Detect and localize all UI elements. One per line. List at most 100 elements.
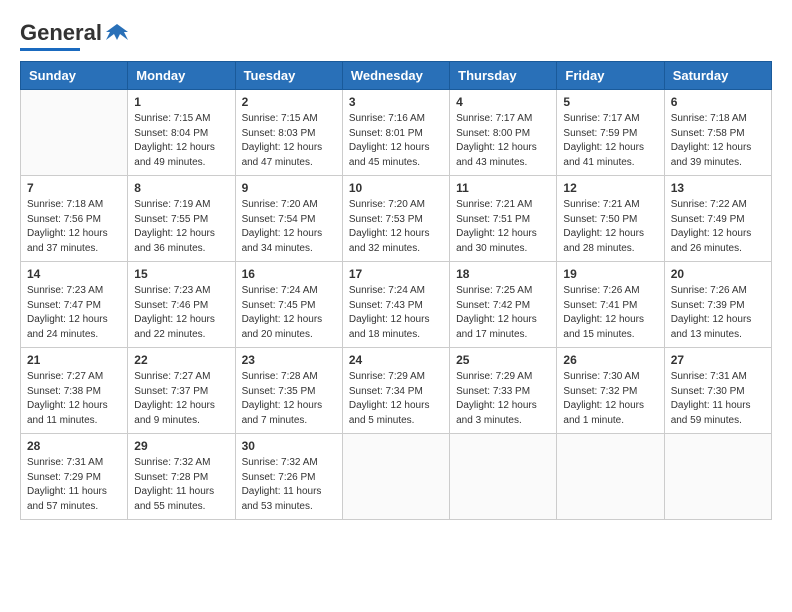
calendar-cell: 23Sunrise: 7:28 AMSunset: 7:35 PMDayligh…: [235, 348, 342, 434]
day-content: Sunrise: 7:32 AMSunset: 7:28 PMDaylight:…: [134, 456, 228, 514]
day-number: 17: [349, 267, 443, 281]
calendar-cell: 18 Sunrise: 7:25 AMSunset: 7:42 PMDayligh…: [450, 262, 557, 348]
calendar-cell: 2Sunrise: 7:15 AMSunset: 8:03 PMDaylight…: [235, 90, 342, 176]
calendar-header-saturday: Saturday: [664, 62, 771, 90]
calendar-cell: 1 Sunrise: 7:15 AMSunset: 8:04 PMDaylight…: [128, 90, 235, 176]
calendar-cell: [342, 434, 449, 520]
page-header: General: [20, 20, 772, 51]
logo-general-text: General: [20, 20, 102, 46]
day-number: 21: [27, 353, 121, 367]
calendar-cell: 21 Sunrise: 7:27 AMSunset: 7:38 PMDayligh…: [21, 348, 128, 434]
day-content: Sunrise: 7:20 AMSunset: 7:53 PMDaylight:…: [349, 198, 443, 256]
day-content: Sunrise: 7:17 AMSunset: 7:59 PMDaylight:…: [563, 112, 657, 170]
day-number: 4: [456, 95, 550, 109]
day-number: 30: [242, 439, 336, 453]
calendar-cell: 14 Sunrise: 7:23 AMSunset: 7:47 PMDayligh…: [21, 262, 128, 348]
day-content: Sunrise: 7:32 AMSunset: 7:26 PMDaylight:…: [242, 456, 336, 514]
calendar-cell: [450, 434, 557, 520]
calendar-table: SundayMondayTuesdayWednesdayThursdayFrid…: [20, 61, 772, 520]
day-content: Sunrise: 7:20 AMSunset: 7:54 PMDaylight:…: [242, 198, 336, 256]
calendar-cell: 6Sunrise: 7:18 AMSunset: 7:58 PMDaylight…: [664, 90, 771, 176]
day-content: Sunrise: 7:15 AMSunset: 8:04 PMDaylight:…: [134, 112, 228, 170]
day-content: Sunrise: 7:18 AMSunset: 7:56 PMDaylight:…: [27, 198, 121, 256]
day-number: 16: [242, 267, 336, 281]
calendar-cell: 10 Sunrise: 7:20 AMSunset: 7:53 PMDayligh…: [342, 176, 449, 262]
calendar-cell: 29 Sunrise: 7:32 AMSunset: 7:28 PMDayligh…: [128, 434, 235, 520]
logo: General: [20, 20, 128, 51]
logo-bird-icon: [106, 22, 128, 44]
calendar-cell: [557, 434, 664, 520]
day-number: 14: [27, 267, 121, 281]
day-number: 3: [349, 95, 443, 109]
day-number: 18: [456, 267, 550, 281]
day-content: Sunrise: 7:27 AMSunset: 7:38 PMDaylight:…: [27, 370, 121, 428]
calendar-cell: 27 Sunrise: 7:31 AMSunset: 7:30 PMDayligh…: [664, 348, 771, 434]
day-content: Sunrise: 7:17 AMSunset: 8:00 PMDaylight:…: [456, 112, 550, 170]
day-number: 5: [563, 95, 657, 109]
day-number: 19: [563, 267, 657, 281]
calendar-cell: 20Sunrise: 7:26 AMSunset: 7:39 PMDayligh…: [664, 262, 771, 348]
day-content: Sunrise: 7:29 AMSunset: 7:34 PMDaylight:…: [349, 370, 443, 428]
day-content: Sunrise: 7:19 AMSunset: 7:55 PMDaylight:…: [134, 198, 228, 256]
calendar-cell: 12Sunrise: 7:21 AMSunset: 7:50 PMDayligh…: [557, 176, 664, 262]
day-content: Sunrise: 7:15 AMSunset: 8:03 PMDaylight:…: [242, 112, 336, 170]
calendar-cell: 15Sunrise: 7:23 AMSunset: 7:46 PMDayligh…: [128, 262, 235, 348]
calendar-cell: 5 Sunrise: 7:17 AMSunset: 7:59 PMDaylight…: [557, 90, 664, 176]
calendar-week-row: 21 Sunrise: 7:27 AMSunset: 7:38 PMDayligh…: [21, 348, 772, 434]
calendar-week-row: 1 Sunrise: 7:15 AMSunset: 8:04 PMDaylight…: [21, 90, 772, 176]
calendar-header-wednesday: Wednesday: [342, 62, 449, 90]
calendar-cell: 9 Sunrise: 7:20 AMSunset: 7:54 PMDaylight…: [235, 176, 342, 262]
calendar-cell: 13Sunrise: 7:22 AMSunset: 7:49 PMDayligh…: [664, 176, 771, 262]
day-number: 11: [456, 181, 550, 195]
day-number: 29: [134, 439, 228, 453]
day-content: Sunrise: 7:30 AMSunset: 7:32 PMDaylight:…: [563, 370, 657, 428]
calendar-cell: 25 Sunrise: 7:29 AMSunset: 7:33 PMDayligh…: [450, 348, 557, 434]
day-number: 10: [349, 181, 443, 195]
day-number: 6: [671, 95, 765, 109]
calendar-cell: 30 Sunrise: 7:32 AMSunset: 7:26 PMDayligh…: [235, 434, 342, 520]
day-content: Sunrise: 7:23 AMSunset: 7:46 PMDaylight:…: [134, 284, 228, 342]
calendar-cell: 8 Sunrise: 7:19 AMSunset: 7:55 PMDaylight…: [128, 176, 235, 262]
calendar-header-thursday: Thursday: [450, 62, 557, 90]
day-content: Sunrise: 7:27 AMSunset: 7:37 PMDaylight:…: [134, 370, 228, 428]
day-number: 22: [134, 353, 228, 367]
calendar-cell: 26 Sunrise: 7:30 AMSunset: 7:32 PMDayligh…: [557, 348, 664, 434]
calendar-header-row: SundayMondayTuesdayWednesdayThursdayFrid…: [21, 62, 772, 90]
calendar-cell: 17Sunrise: 7:24 AMSunset: 7:43 PMDayligh…: [342, 262, 449, 348]
day-number: 7: [27, 181, 121, 195]
day-content: Sunrise: 7:31 AMSunset: 7:30 PMDaylight:…: [671, 370, 765, 428]
day-content: Sunrise: 7:21 AMSunset: 7:51 PMDaylight:…: [456, 198, 550, 256]
day-content: Sunrise: 7:25 AMSunset: 7:42 PMDaylight:…: [456, 284, 550, 342]
calendar-header-monday: Monday: [128, 62, 235, 90]
day-content: Sunrise: 7:31 AMSunset: 7:29 PMDaylight:…: [27, 456, 121, 514]
day-number: 25: [456, 353, 550, 367]
calendar-cell: [664, 434, 771, 520]
day-content: Sunrise: 7:23 AMSunset: 7:47 PMDaylight:…: [27, 284, 121, 342]
calendar-header-sunday: Sunday: [21, 62, 128, 90]
day-number: 26: [563, 353, 657, 367]
logo-underline: [20, 48, 80, 51]
day-number: 9: [242, 181, 336, 195]
calendar-cell: 22 Sunrise: 7:27 AMSunset: 7:37 PMDayligh…: [128, 348, 235, 434]
calendar-cell: 24 Sunrise: 7:29 AMSunset: 7:34 PMDayligh…: [342, 348, 449, 434]
calendar-header-tuesday: Tuesday: [235, 62, 342, 90]
calendar-cell: 7 Sunrise: 7:18 AMSunset: 7:56 PMDaylight…: [21, 176, 128, 262]
day-content: Sunrise: 7:22 AMSunset: 7:49 PMDaylight:…: [671, 198, 765, 256]
calendar-cell: 11 Sunrise: 7:21 AMSunset: 7:51 PMDayligh…: [450, 176, 557, 262]
day-number: 27: [671, 353, 765, 367]
day-number: 1: [134, 95, 228, 109]
calendar-cell: 19Sunrise: 7:26 AMSunset: 7:41 PMDayligh…: [557, 262, 664, 348]
calendar-cell: 28 Sunrise: 7:31 AMSunset: 7:29 PMDayligh…: [21, 434, 128, 520]
day-content: Sunrise: 7:16 AMSunset: 8:01 PMDaylight:…: [349, 112, 443, 170]
calendar-cell: 3 Sunrise: 7:16 AMSunset: 8:01 PMDaylight…: [342, 90, 449, 176]
day-number: 20: [671, 267, 765, 281]
day-number: 24: [349, 353, 443, 367]
day-number: 28: [27, 439, 121, 453]
day-content: Sunrise: 7:29 AMSunset: 7:33 PMDaylight:…: [456, 370, 550, 428]
day-number: 8: [134, 181, 228, 195]
calendar-week-row: 14 Sunrise: 7:23 AMSunset: 7:47 PMDayligh…: [21, 262, 772, 348]
day-number: 12: [563, 181, 657, 195]
calendar-header-friday: Friday: [557, 62, 664, 90]
day-content: Sunrise: 7:24 AMSunset: 7:45 PMDaylight:…: [242, 284, 336, 342]
calendar-cell: 4 Sunrise: 7:17 AMSunset: 8:00 PMDaylight…: [450, 90, 557, 176]
